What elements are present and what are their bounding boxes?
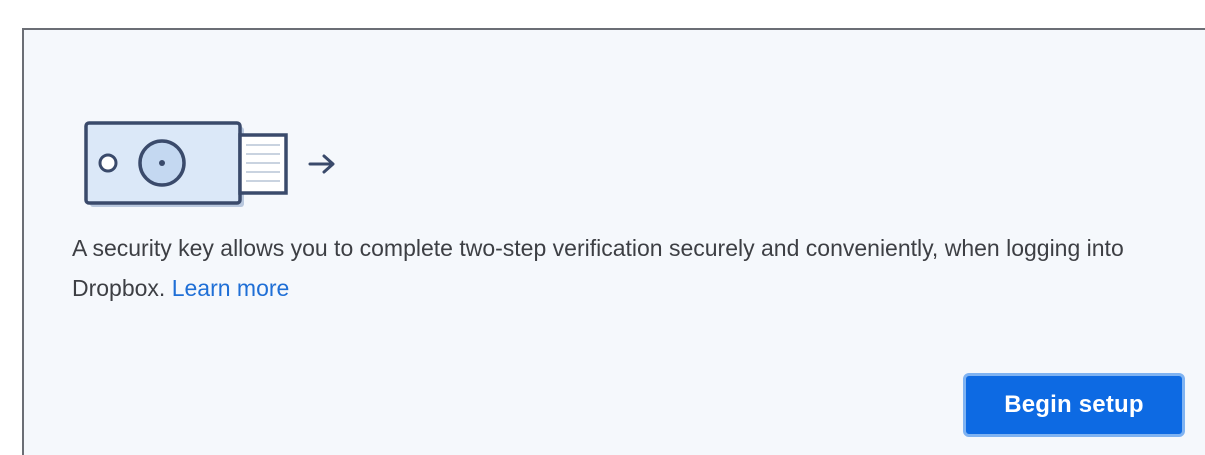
arrow-right-icon: [308, 154, 335, 174]
security-key-description: A security key allows you to complete tw…: [72, 228, 1172, 308]
begin-setup-button[interactable]: Begin setup: [963, 373, 1185, 437]
learn-more-link[interactable]: Learn more: [172, 275, 290, 301]
security-key-panel: A security key allows you to complete tw…: [22, 28, 1205, 455]
security-key-icon: [84, 121, 335, 207]
